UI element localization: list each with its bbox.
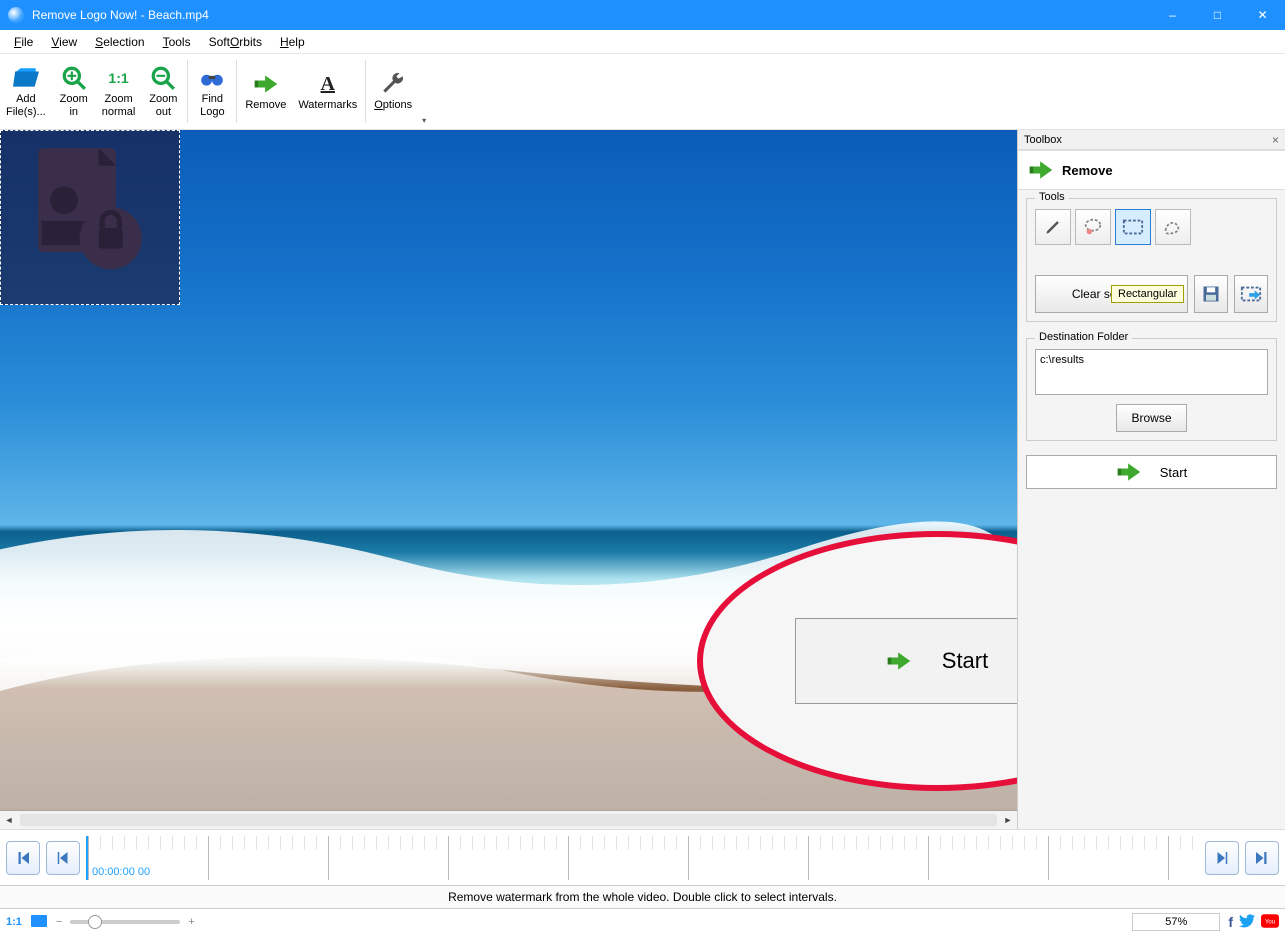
- window-title: Remove Logo Now! - Beach.mp4: [32, 8, 1150, 22]
- title-bar: Remove Logo Now! - Beach.mp4 – □ ✕: [0, 0, 1285, 30]
- freeform-tool[interactable]: [1155, 209, 1191, 245]
- destination-groupbox: Destination Folder Browse: [1026, 338, 1277, 441]
- start-button[interactable]: Start: [1026, 455, 1277, 489]
- close-button[interactable]: ✕: [1240, 0, 1285, 30]
- timeline-time: 00:00:00 00: [92, 866, 150, 878]
- find-logo-label: Find Logo: [200, 93, 224, 117]
- start-button-label: Start: [1160, 465, 1187, 480]
- scroll-left-arrow[interactable]: ◄: [0, 811, 18, 829]
- menu-tools[interactable]: Tools: [155, 33, 199, 51]
- options-button[interactable]: Options: [368, 54, 418, 129]
- status-bar: 1:1 − + 57% f You: [0, 909, 1285, 935]
- goto-start-button[interactable]: [6, 841, 40, 875]
- twitter-icon[interactable]: [1239, 914, 1255, 931]
- zoom-in-button[interactable]: Zoom in: [52, 54, 96, 129]
- arrow-right-icon: [1116, 461, 1142, 483]
- arrow-right-icon: [1028, 159, 1054, 181]
- svg-text:You: You: [1265, 919, 1275, 925]
- selection-rectangle[interactable]: [0, 130, 180, 305]
- menu-selection[interactable]: Selection: [87, 33, 152, 51]
- next-frame-button[interactable]: [1205, 841, 1239, 875]
- destination-folder-input[interactable]: [1035, 349, 1268, 395]
- tooltip-rectangular: Rectangular: [1111, 285, 1184, 303]
- progress-percent: 57%: [1132, 913, 1220, 931]
- menu-file[interactable]: File: [6, 33, 41, 51]
- minimize-button[interactable]: –: [1150, 0, 1195, 30]
- lasso-tool[interactable]: [1075, 209, 1111, 245]
- save-selection-button[interactable]: [1194, 275, 1228, 313]
- zoom-out-label: Zoom out: [149, 93, 177, 117]
- watermark-overlay-icon: [1, 131, 179, 304]
- remove-label: Remove: [245, 99, 286, 111]
- toolbox-close-icon[interactable]: ×: [1272, 133, 1279, 147]
- toolbox-panel: Toolbox × Remove Tools Rectangular Clear…: [1017, 130, 1285, 829]
- fit-screen-icon[interactable]: [30, 914, 48, 931]
- timeline: 00:00:00 00: [0, 829, 1285, 885]
- horizontal-scrollbar[interactable]: ◄ ►: [0, 811, 1017, 829]
- zoom-normal-icon: 1:1: [106, 65, 132, 91]
- scroll-track[interactable]: [20, 814, 997, 826]
- arrow-right-icon: [886, 650, 912, 672]
- video-canvas[interactable]: Start: [0, 130, 1017, 811]
- browse-button[interactable]: Browse: [1116, 404, 1186, 432]
- zoom-in-icon: [61, 65, 87, 91]
- rectangular-tool[interactable]: [1115, 209, 1151, 245]
- scroll-right-arrow[interactable]: ►: [999, 811, 1017, 829]
- start-button-callout-label: Start: [942, 648, 988, 674]
- menu-bar: File View Selection Tools SoftOrbits Hel…: [0, 30, 1285, 54]
- goto-end-button[interactable]: [1245, 841, 1279, 875]
- social-links: f You: [1228, 914, 1279, 931]
- timeline-ruler[interactable]: 00:00:00 00: [86, 836, 1199, 880]
- work-area: Start ◄ ► Toolbox × Remove Tools: [0, 130, 1285, 829]
- menu-view[interactable]: View: [43, 33, 85, 51]
- load-selection-button[interactable]: [1234, 275, 1268, 313]
- add-files-label: Add File(s)...: [6, 93, 46, 117]
- watermarks-button[interactable]: A Watermarks: [292, 54, 363, 129]
- destination-legend: Destination Folder: [1035, 331, 1132, 343]
- status-ratio: 1:1: [6, 916, 22, 928]
- start-button-callout[interactable]: Start: [795, 618, 1018, 704]
- facebook-icon[interactable]: f: [1228, 914, 1233, 930]
- watermarks-icon: A: [315, 71, 341, 97]
- menu-help[interactable]: Help: [272, 33, 313, 51]
- zoom-out-button[interactable]: Zoom out: [141, 54, 185, 129]
- add-files-icon: [13, 65, 39, 91]
- youtube-icon[interactable]: You: [1261, 914, 1279, 931]
- tools-groupbox: Tools Rectangular Clear selection: [1026, 198, 1277, 322]
- zoom-normal-button[interactable]: 1:1 Zoom normal: [96, 54, 142, 129]
- menu-softorbits[interactable]: SoftOrbits: [201, 33, 270, 51]
- zoom-in-label: Zoom in: [60, 93, 88, 117]
- prev-frame-button[interactable]: [46, 841, 80, 875]
- options-label: Options: [374, 99, 412, 111]
- tool-icons-row: [1035, 209, 1268, 245]
- toolbar-separator: [365, 60, 366, 123]
- add-files-button[interactable]: Add File(s)...: [0, 54, 52, 129]
- zoom-normal-label: Zoom normal: [102, 93, 136, 117]
- watermarks-label: Watermarks: [298, 99, 357, 111]
- toolbar-separator: [236, 60, 237, 123]
- remove-mode-label: Remove: [1062, 163, 1113, 178]
- zoom-out-icon: [150, 65, 176, 91]
- tools-legend: Tools: [1035, 191, 1069, 203]
- find-logo-button[interactable]: Find Logo: [190, 54, 234, 129]
- toolbar: Add File(s)... Zoom in 1:1 Zoom normal Z…: [0, 54, 1285, 130]
- toolbar-overflow[interactable]: ▾: [418, 54, 430, 129]
- hint-bar: Remove watermark from the whole video. D…: [0, 885, 1285, 909]
- maximize-button[interactable]: □: [1195, 0, 1240, 30]
- marker-tool[interactable]: [1035, 209, 1071, 245]
- toolbox-title: Toolbox: [1024, 134, 1062, 146]
- binoculars-icon: [199, 65, 225, 91]
- toolbar-separator: [187, 60, 188, 123]
- arrow-right-icon: [253, 71, 279, 97]
- remove-button[interactable]: Remove: [239, 54, 292, 129]
- toolbox-header: Toolbox ×: [1018, 130, 1285, 150]
- canvas-column: Start ◄ ►: [0, 130, 1017, 829]
- app-icon: [8, 7, 24, 23]
- zoom-slider[interactable]: [70, 920, 180, 924]
- remove-mode-row: Remove: [1018, 150, 1285, 190]
- wrench-icon: [380, 71, 406, 97]
